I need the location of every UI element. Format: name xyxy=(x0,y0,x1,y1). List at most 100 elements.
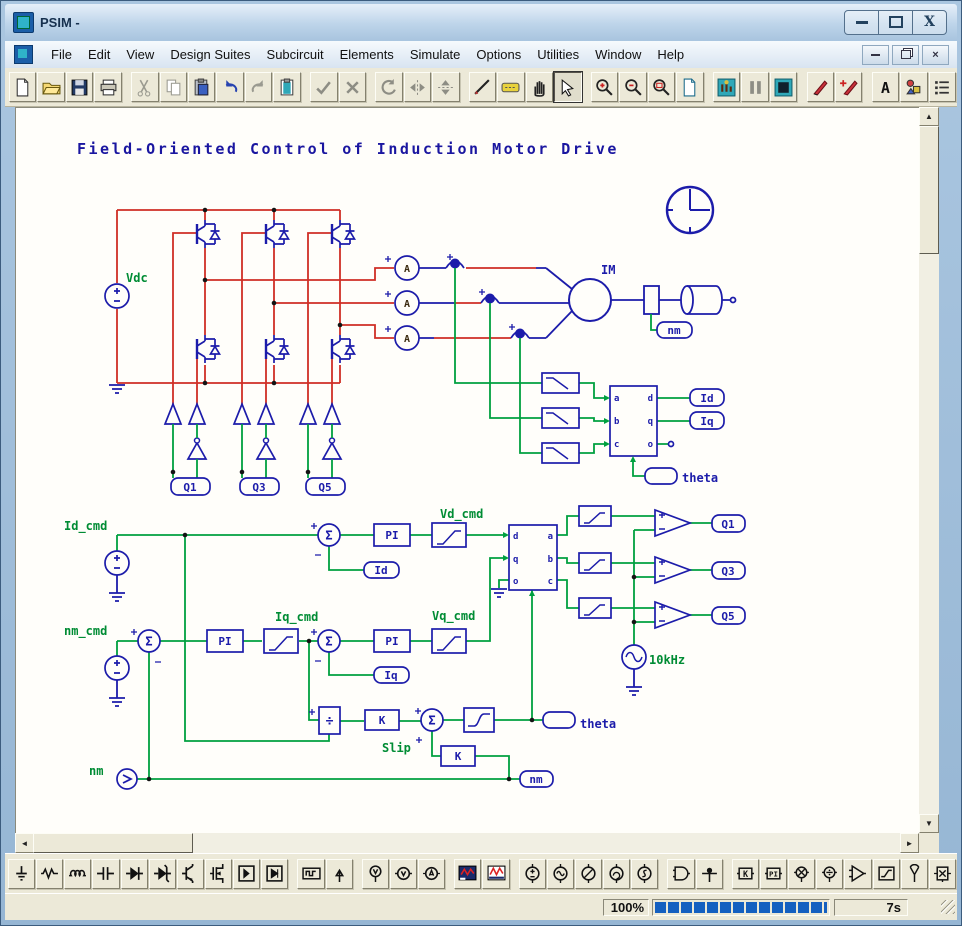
pwm-comparator-1[interactable] xyxy=(655,510,690,536)
square-wave-source-tool[interactable] xyxy=(297,859,324,889)
phase-wires[interactable] xyxy=(419,268,572,338)
gate-signal-tags[interactable]: Q1 Q3 Q5 xyxy=(171,478,345,495)
mechanical-load[interactable] xyxy=(681,286,736,314)
child-restore-button[interactable] xyxy=(892,45,919,65)
ac-source-2-tool[interactable] xyxy=(575,859,602,889)
menu-subcircuit[interactable]: Subcircuit xyxy=(259,44,332,65)
vertical-scroll-thumb[interactable] xyxy=(919,126,939,254)
menu-utilities[interactable]: Utilities xyxy=(529,44,587,65)
print-button[interactable] xyxy=(94,72,121,102)
run-simview-button[interactable] xyxy=(713,72,740,102)
id-pi-controller[interactable] xyxy=(374,524,410,546)
divider-tool[interactable] xyxy=(816,859,843,889)
cancel-button[interactable] xyxy=(339,72,366,102)
current-probe-tool[interactable] xyxy=(326,859,353,889)
menu-help[interactable]: Help xyxy=(649,44,692,65)
dq-abc-transform[interactable]: d q o a b c xyxy=(503,525,557,596)
menu-view[interactable]: View xyxy=(118,44,162,65)
zoom-out-button[interactable] xyxy=(619,72,646,102)
flip-vertical-button[interactable] xyxy=(432,72,459,102)
copy-button[interactable] xyxy=(160,72,187,102)
id-sum-junction[interactable] xyxy=(318,524,340,546)
probe-voltage-button[interactable] xyxy=(807,72,834,102)
redo-button[interactable] xyxy=(245,72,272,102)
menu-elements[interactable]: Elements xyxy=(332,44,402,65)
igbt-bridge[interactable] xyxy=(197,220,355,363)
cut-button[interactable] xyxy=(131,72,158,102)
speed-gain-block[interactable] xyxy=(441,746,475,766)
undo-button[interactable] xyxy=(216,72,243,102)
vertical-scrollbar[interactable]: ▲ ▼ xyxy=(919,107,939,833)
simulation-clock[interactable] xyxy=(667,187,713,233)
slip-gain-block[interactable] xyxy=(365,710,399,730)
current-sensor-tool[interactable] xyxy=(418,859,445,889)
child-close-button[interactable]: × xyxy=(922,45,949,65)
pwm-comparator-2[interactable] xyxy=(655,557,690,583)
scroll-down-button[interactable]: ▼ xyxy=(919,814,939,833)
multiplier-tool[interactable] xyxy=(788,859,815,889)
speed-pi-controller[interactable] xyxy=(207,630,243,652)
paste-button[interactable] xyxy=(188,72,215,102)
scope-1ch-tool[interactable] xyxy=(482,859,509,889)
pan-button[interactable] xyxy=(526,72,553,102)
stop-simulation-button[interactable] xyxy=(770,72,797,102)
integrator-block[interactable] xyxy=(464,708,494,732)
scope-2ch-tool[interactable] xyxy=(454,859,481,889)
text-tool-button[interactable]: A xyxy=(872,72,899,102)
title-bar[interactable]: PSIM - X xyxy=(5,4,957,40)
zener-tool[interactable] xyxy=(149,859,176,889)
zoom-area-button[interactable] xyxy=(648,72,675,102)
induction-motor[interactable]: IM xyxy=(569,263,615,321)
open-button[interactable] xyxy=(37,72,64,102)
carrier-source[interactable]: 10kHz xyxy=(622,645,685,669)
current-sensors[interactable] xyxy=(446,259,529,339)
zoom-in-button[interactable] xyxy=(591,72,618,102)
limiter-tool[interactable] xyxy=(873,859,900,889)
menu-simulate[interactable]: Simulate xyxy=(402,44,469,65)
gain-block-tool[interactable]: K xyxy=(732,859,759,889)
schematic-canvas[interactable]: Σ PI K A Field-Oriented Control of Induc… xyxy=(15,107,920,834)
menu-edit[interactable]: Edit xyxy=(80,44,118,65)
voltage-sensor-tool[interactable] xyxy=(390,859,417,889)
menu-design-suites[interactable]: Design Suites xyxy=(162,44,258,65)
maximize-button[interactable] xyxy=(879,11,913,34)
rotate-button[interactable] xyxy=(375,72,402,102)
igbt-tool[interactable] xyxy=(177,859,204,889)
three-phase-source-tool[interactable] xyxy=(603,859,630,889)
iq-limiter[interactable] xyxy=(264,629,298,653)
close-button[interactable]: X xyxy=(913,11,946,34)
ac-source-tool[interactable] xyxy=(547,859,574,889)
diode-tool[interactable] xyxy=(121,859,148,889)
draw-wire-button[interactable] xyxy=(469,72,496,102)
abc-dq-transform[interactable]: a b c d q o Id Iq theta xyxy=(455,268,724,485)
dc-bus-wires[interactable] xyxy=(117,210,536,404)
voltmeter-tool[interactable] xyxy=(362,859,389,889)
horizontal-scroll-thumb[interactable] xyxy=(33,833,193,853)
new-button[interactable] xyxy=(9,72,36,102)
slip-sum-junction[interactable] xyxy=(421,709,443,731)
pwm-comparator-3[interactable] xyxy=(655,602,690,628)
flip-horizontal-button[interactable] xyxy=(404,72,431,102)
menu-options[interactable]: Options xyxy=(468,44,529,65)
scroll-left-button[interactable]: ◄ xyxy=(15,833,34,853)
fit-page-button[interactable] xyxy=(676,72,703,102)
menu-file[interactable]: File xyxy=(43,44,80,65)
on-off-switch-tool[interactable] xyxy=(901,859,928,889)
and-gate-tool[interactable] xyxy=(667,859,694,889)
node-probe-tool[interactable] xyxy=(696,859,723,889)
probe-current-button[interactable] xyxy=(835,72,862,102)
phase-b-limiter[interactable] xyxy=(579,553,611,573)
child-minimize-button[interactable] xyxy=(862,45,889,65)
mosfet-tool[interactable] xyxy=(205,859,232,889)
select-button[interactable] xyxy=(554,72,581,102)
scroll-right-button[interactable]: ► xyxy=(900,833,919,853)
ground-tool[interactable] xyxy=(8,859,35,889)
inductor-tool[interactable] xyxy=(64,859,91,889)
phase-a-limiter[interactable] xyxy=(579,506,611,526)
save-button[interactable] xyxy=(66,72,93,102)
vq-limiter[interactable] xyxy=(432,629,466,653)
thyristor-module-tool[interactable] xyxy=(233,859,260,889)
element-palette-button[interactable] xyxy=(900,72,927,102)
apply-button[interactable] xyxy=(310,72,337,102)
dc-source-tool[interactable] xyxy=(519,859,546,889)
